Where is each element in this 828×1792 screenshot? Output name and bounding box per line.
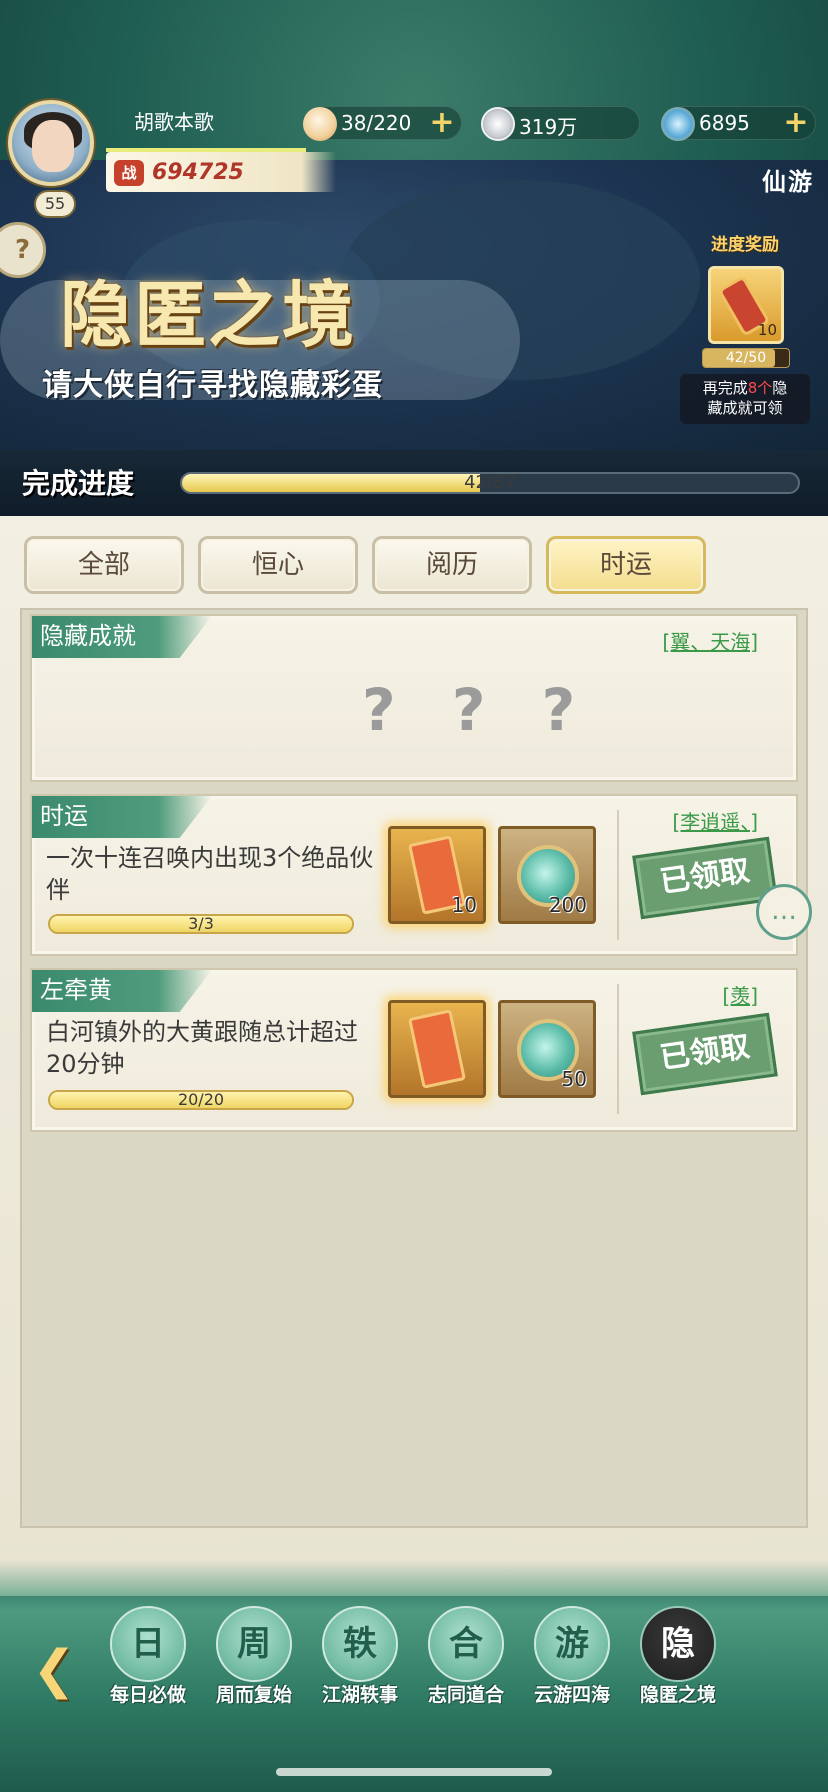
tab-all[interactable]: 全部	[24, 536, 184, 594]
hint-suffix: 隐	[772, 379, 788, 397]
achievement-description: 白河镇外的大黄跟随总计超过20分钟	[46, 1018, 358, 1078]
achievement-progress-text: 3/3	[188, 914, 214, 933]
home-indicator[interactable]	[276, 1768, 552, 1776]
item-count: 200	[548, 893, 587, 917]
achievement-progress-text: 20/20	[177, 1090, 225, 1109]
hint-prefix: 再完成	[702, 379, 748, 397]
hint-highlight: 8个	[747, 379, 773, 397]
nav-item-daily[interactable]: 日 每日必做	[98, 1606, 198, 1726]
plus-icon[interactable]: +	[781, 108, 811, 139]
nav-item-weekly[interactable]: 周 周而复始	[204, 1606, 304, 1726]
jade-icon	[661, 107, 695, 141]
tab-bar: 全部 恒心 阅历 时运	[24, 536, 804, 596]
item-count: 10	[451, 893, 477, 917]
power-value: 694725	[152, 160, 244, 185]
back-arrow-icon[interactable]: ❮	[16, 1642, 92, 1702]
reward-item[interactable]: 50	[498, 1000, 596, 1098]
banner-subtitle: 请大侠自行寻找隐藏彩蛋	[42, 368, 383, 403]
hidden-achievement-placeholder: ? ? ?	[362, 676, 594, 744]
achievement-description: 一次十连召唤内出现3个绝品伙伴	[46, 844, 374, 904]
achievement-progress-bar: 3/3	[48, 914, 354, 934]
reward-count: 10	[757, 321, 777, 339]
achievement-card-hidden[interactable]: 隐藏成就 [翼、天海] ? ? ?	[30, 614, 798, 782]
nav-label: 每日必做	[109, 1684, 186, 1706]
partner-link[interactable]: [翼、天海]	[662, 626, 758, 655]
tab-experience[interactable]: 阅历	[372, 536, 532, 594]
divider	[617, 810, 619, 940]
nav-label: 云游四海	[533, 1684, 610, 1706]
completion-progress-bar: 42/87	[180, 472, 800, 494]
resource-value: 319万	[519, 115, 578, 139]
plus-icon[interactable]: +	[427, 108, 457, 139]
tab-fortune[interactable]: 时运	[546, 536, 706, 594]
anecdote-icon: 轶	[322, 1606, 398, 1682]
companion-icon: 合	[428, 1606, 504, 1682]
hidden-realm-icon: 隐	[640, 1606, 716, 1682]
mode-label[interactable]: 仙游	[762, 162, 814, 197]
progress-reward[interactable]: 进度奖励 10 42/50 再完成8个隐 藏成就可领	[680, 230, 810, 430]
power-icon: 战	[114, 160, 144, 186]
nav-item-anecdotes[interactable]: 轶 江湖轶事	[310, 1606, 410, 1726]
hint-line2: 藏成就可领	[707, 399, 783, 417]
nav-label: 江湖轶事	[321, 1684, 398, 1706]
achievement-card[interactable]: 时运 [李逍遥、] 一次十连召唤内出现3个绝品伙伴 3/3 10 200 已领取	[30, 794, 798, 956]
question-icon: ?	[15, 235, 31, 265]
reward-item[interactable]: 200	[498, 826, 596, 924]
avatar-face	[32, 120, 74, 172]
card-tag: 时运	[32, 796, 212, 838]
reward-progress-text: 42/50	[725, 350, 767, 366]
nav-item-companions[interactable]: 合 志同道合	[416, 1606, 516, 1726]
achievement-progress-bar: 20/20	[48, 1090, 354, 1110]
item-count: 50	[561, 1067, 587, 1091]
resource-coin[interactable]: 319万	[481, 106, 640, 141]
tab-perseverance[interactable]: 恒心	[198, 536, 358, 594]
reward-progress-bar: 42/50	[702, 348, 790, 368]
resource-value: 38/220	[341, 111, 412, 135]
bun-icon	[303, 107, 337, 141]
completion-progress-text: 42/87	[464, 472, 516, 493]
reward-hint: 再完成8个隐 藏成就可领	[680, 374, 810, 424]
reward-item[interactable]: 10	[708, 266, 784, 344]
nav-label: 志同道合	[427, 1684, 504, 1706]
resource-stamina[interactable]: 38/220 +	[303, 106, 462, 141]
resource-value: 6895	[699, 111, 750, 135]
partner-link[interactable]: [李逍遥、]	[672, 806, 758, 835]
level-badge: 55	[34, 190, 76, 218]
card-tag: 隐藏成就	[32, 616, 212, 658]
daily-icon: 日	[110, 1606, 186, 1682]
coin-icon	[481, 107, 515, 141]
resource-jade[interactable]: 6895 +	[661, 106, 816, 141]
avatar[interactable]	[8, 100, 94, 186]
nav-item-travel[interactable]: 游 云游四海	[522, 1606, 622, 1726]
travel-icon: 游	[534, 1606, 610, 1682]
claimed-stamp: 已领取	[632, 1012, 778, 1096]
nav-item-hidden-realm[interactable]: 隐 隐匿之境	[628, 1606, 728, 1726]
banner-title: 隐匿之境	[60, 272, 357, 357]
nav-label: 隐匿之境	[639, 1684, 716, 1706]
completion-label: 完成进度	[22, 467, 135, 500]
nav-label: 周而复始	[215, 1684, 292, 1706]
summon-scroll-icon	[407, 1009, 467, 1089]
reward-item[interactable]: 10	[388, 826, 486, 924]
chat-icon[interactable]: …	[756, 884, 812, 940]
partner-link[interactable]: [羡]	[722, 980, 758, 1009]
divider	[617, 984, 619, 1114]
reward-label: 进度奖励	[711, 235, 779, 255]
achievement-card[interactable]: 左牵黄 [羡] 白河镇外的大黄跟随总计超过20分钟 20/20 50 已领取	[30, 968, 798, 1132]
player-name: 胡歌本歌	[134, 110, 214, 134]
card-tag: 左牵黄	[32, 970, 212, 1012]
reward-item[interactable]	[388, 1000, 486, 1098]
weekly-icon: 周	[216, 1606, 292, 1682]
